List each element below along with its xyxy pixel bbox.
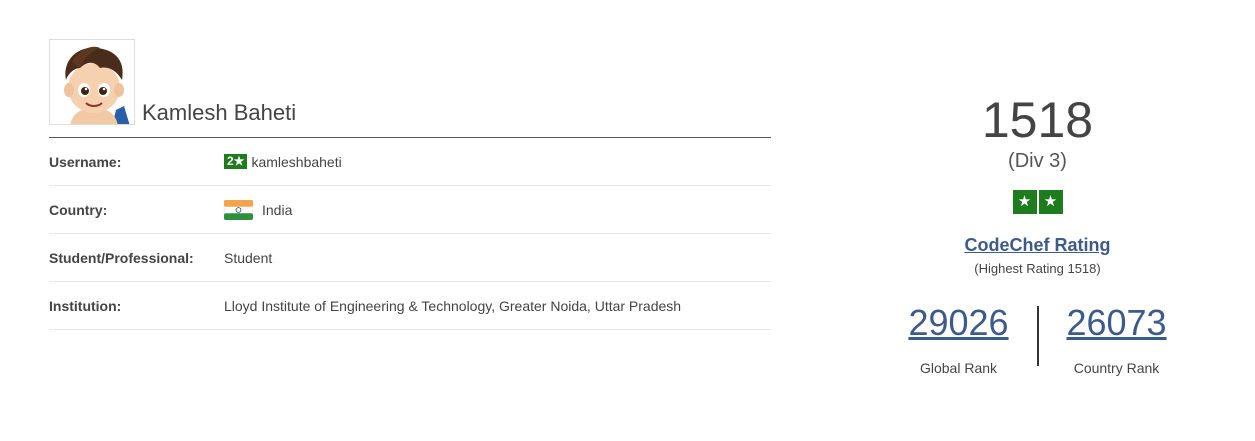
country-rank-link[interactable]: 26073 [1039,304,1195,342]
username-row: Username: 2★ kamleshbaheti [49,138,771,186]
country-label: Country: [49,201,108,218]
rating-stars: ★ ★ [870,190,1205,214]
institution-label: Institution: [49,297,122,314]
profile-card: Kamlesh Baheti Username: 2★ kamleshbahet… [49,37,771,330]
ranks: 29026 Global Rank 26073 Country Rank [870,304,1205,377]
country-rank: 26073 Country Rank [1039,304,1195,377]
division-label: (Div 3) [1008,150,1067,172]
country-value: India [262,201,293,218]
india-flag-icon [224,199,253,220]
rating-panel: 1518 (Div 3) ★ ★ CodeChef Rating (Highes… [870,92,1205,376]
username-label: Username: [49,153,122,170]
highest-rating: (Highest Rating 1518) [974,261,1101,276]
global-rank-link[interactable]: 29026 [881,304,1037,342]
country-row: Country: India [49,186,771,234]
student-professional-label: Student/Professional: [49,249,194,266]
institution-row: Institution: Lloyd Institute of Engineer… [49,282,771,330]
global-rank-label: Global Rank [919,360,998,376]
star-badge: 2★ [224,154,248,169]
global-rank: 29026 Global Rank [881,304,1037,377]
codechef-rating-link[interactable]: CodeChef Rating [870,235,1205,256]
star-icon: ★ [1038,190,1063,214]
student-professional-row: Student/Professional: Student [49,234,771,282]
cartoon-boy-avatar-icon [50,40,134,124]
country-rank-label: Country Rank [1073,360,1160,376]
star-icon: ★ [1012,190,1037,214]
username-value: kamleshbaheti [251,153,342,170]
profile-header: Kamlesh Baheti [49,37,771,138]
institution-value: Lloyd Institute of Engineering & Technol… [224,297,682,314]
student-professional-value: Student [224,249,273,266]
avatar [49,39,135,125]
rating-number: 1518 [981,92,1094,148]
profile-name: Kamlesh Baheti [142,100,297,125]
